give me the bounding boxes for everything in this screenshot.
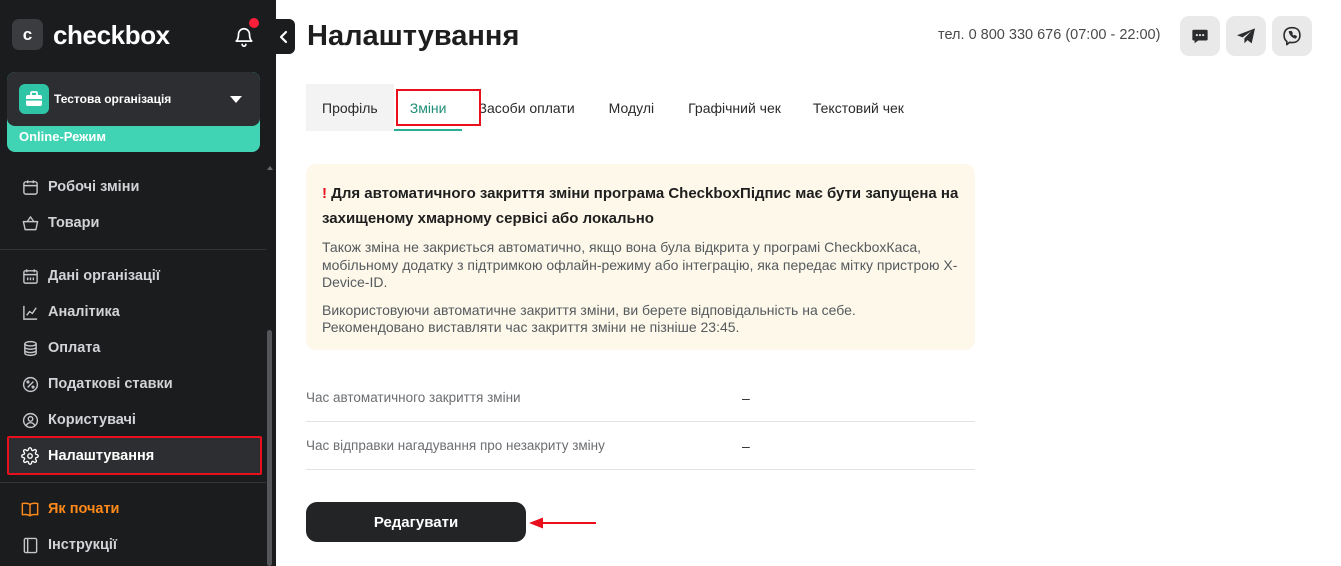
sidebar-item-shifts[interactable]: Робочі зміни <box>21 176 139 198</box>
collapse-sidebar-button[interactable] <box>272 19 295 54</box>
gear-icon <box>21 447 39 465</box>
org-name: Тестова організація <box>54 92 172 106</box>
settings-tabs: Профіль Зміни Засоби оплати Модулі Графі… <box>306 84 920 131</box>
logo[interactable]: c checkbox <box>12 19 170 50</box>
sidebar-item-payment[interactable]: Оплата <box>21 337 100 359</box>
setting-value: – <box>742 389 750 406</box>
chat-button[interactable] <box>1180 16 1220 56</box>
sidebar-item-label: Товари <box>48 215 100 231</box>
coins-icon <box>21 339 39 357</box>
annotation-highlight <box>395 89 481 126</box>
telegram-button[interactable] <box>1226 16 1266 56</box>
calendar-icon <box>21 178 39 196</box>
sidebar-item-label: Податкові ставки <box>48 376 173 392</box>
notice-paragraph: Використовуючи автоматичне закриття змін… <box>322 301 856 336</box>
edit-button[interactable]: Редагувати <box>306 502 526 542</box>
sidebar-item-settings[interactable]: Налаштування <box>21 445 154 467</box>
chat-icon <box>1192 29 1208 44</box>
notice-title-text: Для автоматичного закриття зміни програм… <box>322 185 959 227</box>
sidebar-item-tax-rates[interactable]: Податкові ставки <box>21 373 173 395</box>
sidebar-item-users[interactable]: Користувачі <box>21 409 136 431</box>
sidebar: c checkbox Тестова організація Online-Ре… <box>0 0 276 566</box>
sidebar-item-label: Аналітика <box>48 304 120 320</box>
tab-text-receipt[interactable]: Текстовий чек <box>796 84 920 131</box>
setting-row-reminder-time: Час відправки нагадування про незакриту … <box>306 422 975 470</box>
auto-close-notice: ! Для автоматичного закриття зміни прогр… <box>306 164 975 350</box>
page-title: Налаштування <box>307 20 520 52</box>
tab-shifts[interactable]: Зміни <box>393 84 481 131</box>
sidebar-item-label: Інструкції <box>48 537 117 553</box>
briefcase-icon <box>19 84 49 114</box>
sidebar-item-instructions[interactable]: Інструкції <box>21 534 117 556</box>
setting-label: Час відправки нагадування про незакриту … <box>306 438 605 453</box>
support-phone: тел. 0 800 330 676 (07:00 - 22:00) <box>938 27 1161 43</box>
sidebar-item-label: Як почати <box>48 501 120 517</box>
active-tab-underline <box>393 129 463 131</box>
chevron-left-icon <box>279 30 287 43</box>
org-mode-label: Online-Режим <box>19 129 107 144</box>
viber-button[interactable] <box>1272 16 1312 56</box>
basket-icon <box>21 214 39 232</box>
setting-value: – <box>742 437 750 454</box>
tab-graphic-receipt[interactable]: Графічний чек <box>672 84 797 131</box>
sidebar-item-label: Налаштування <box>48 448 155 464</box>
sidebar-item-getting-started[interactable]: Як почати <box>21 498 119 520</box>
scrollbar-thumb[interactable] <box>267 330 272 566</box>
divider <box>0 482 266 483</box>
building-icon <box>21 267 39 285</box>
tab-modules[interactable]: Модулі <box>590 84 673 131</box>
sidebar-item-label: Користувачі <box>48 412 136 428</box>
sidebar-item-label: Оплата <box>48 340 101 356</box>
setting-row-auto-close-time: Час автоматичного закриття зміни – <box>306 374 975 422</box>
viber-icon <box>1283 26 1301 46</box>
notice-paragraph: Також зміна не закриється автоматично, я… <box>322 239 958 290</box>
sidebar-item-analytics[interactable]: Аналітика <box>21 301 120 323</box>
logo-mark: c <box>12 19 43 50</box>
sidebar-item-goods[interactable]: Товари <box>21 212 99 234</box>
telegram-icon <box>1237 28 1255 44</box>
percent-icon <box>21 375 39 393</box>
notice-title: ! Для автоматичного закриття зміни прогр… <box>322 181 959 231</box>
logo-text: checkbox <box>53 19 170 50</box>
scroll-up-arrow[interactable] <box>267 166 273 170</box>
chevron-down-icon <box>230 96 242 103</box>
sidebar-item-org-data[interactable]: Дані організації <box>21 265 160 287</box>
tab-profile[interactable]: Профіль <box>306 84 394 131</box>
sidebar-item-label: Робочі зміни <box>48 179 140 195</box>
divider <box>0 249 266 250</box>
book-icon <box>21 500 39 518</box>
user-icon <box>21 411 39 429</box>
annotation-arrow-icon <box>529 517 596 529</box>
org-switcher[interactable]: Тестова організація Online-Режим <box>7 72 260 152</box>
chart-icon <box>21 303 39 321</box>
warning-mark: ! <box>322 185 327 202</box>
setting-label: Час автоматичного закриття зміни <box>306 390 521 405</box>
notification-dot <box>249 18 259 28</box>
document-icon <box>21 536 39 554</box>
bell-icon[interactable] <box>233 26 255 48</box>
tab-payment-methods[interactable]: Засоби оплати <box>462 84 591 131</box>
sidebar-item-label: Дані організації <box>48 268 160 284</box>
